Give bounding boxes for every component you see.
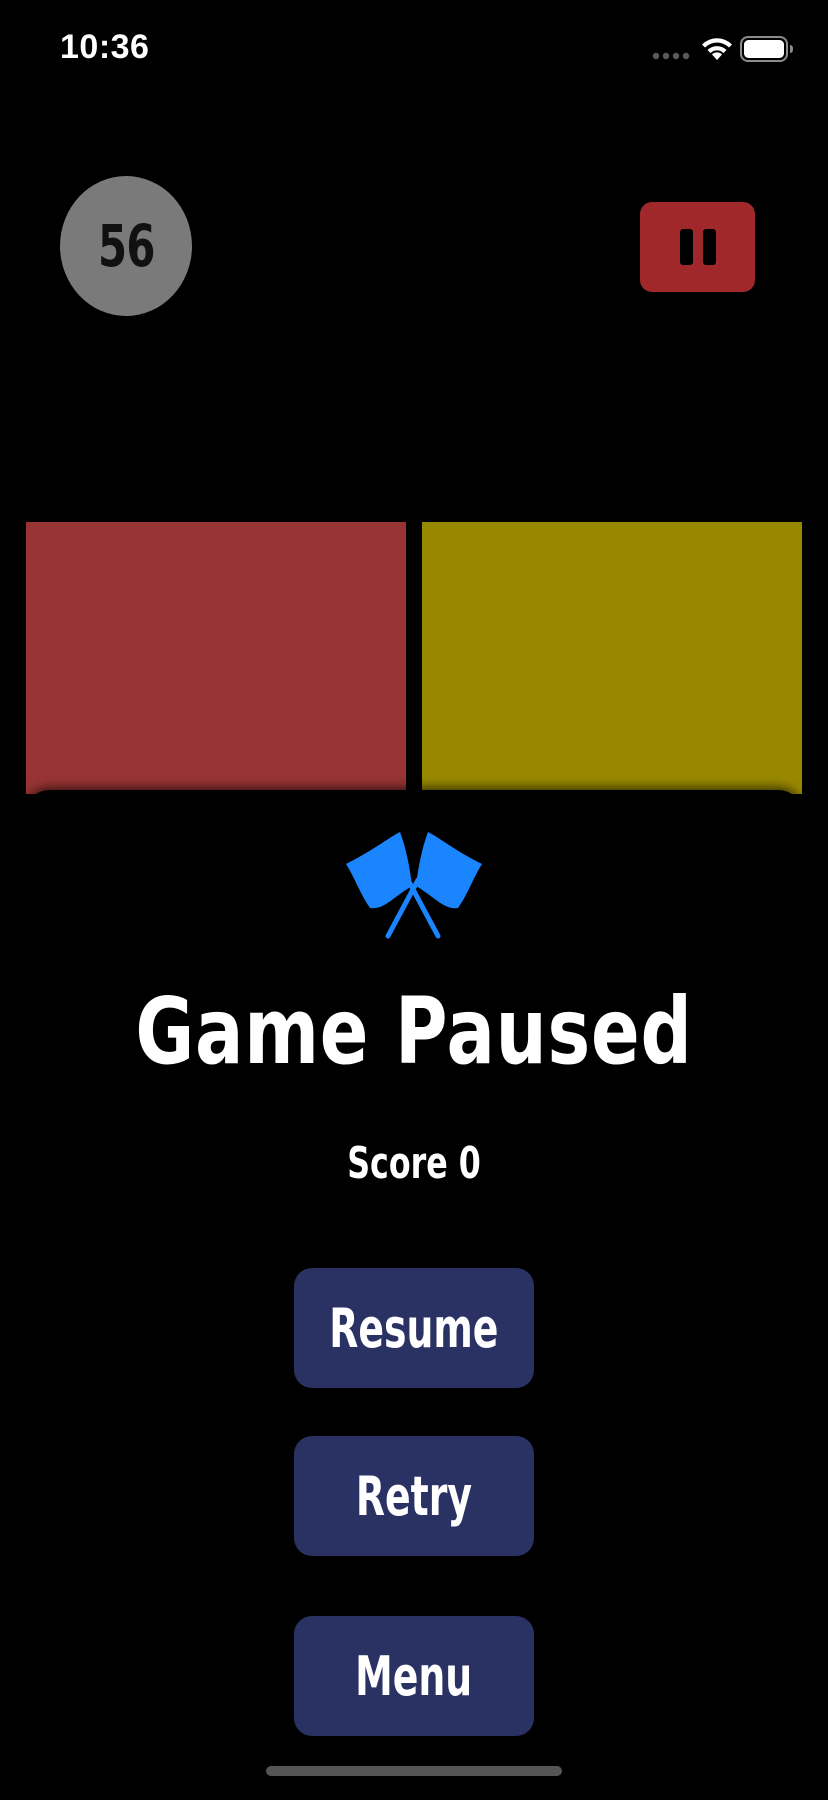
pause-title: Game Paused <box>135 978 693 1085</box>
pause-icon <box>680 229 716 265</box>
color-tile-red[interactable] <box>26 522 406 794</box>
timer-value: 56 <box>97 212 155 280</box>
resume-button-label: Resume <box>329 1296 499 1360</box>
timer-badge: 56 <box>60 176 192 316</box>
retry-button[interactable]: Retry <box>294 1436 534 1556</box>
menu-button-label: Menu <box>355 1644 473 1708</box>
checkered-flags-icon <box>346 832 482 939</box>
cellular-dots-icon <box>652 52 690 60</box>
battery-full-icon <box>740 36 793 62</box>
home-indicator[interactable] <box>266 1766 562 1776</box>
status-time: 10:36 <box>60 28 150 66</box>
resume-button[interactable]: Resume <box>294 1268 534 1388</box>
retry-button-label: Retry <box>355 1464 473 1528</box>
status-bar: 10:36 <box>0 0 828 100</box>
score-label: Score 0 <box>347 1138 481 1189</box>
pause-button[interactable] <box>640 202 755 292</box>
wifi-icon <box>702 38 732 60</box>
color-tile-yellow[interactable] <box>422 522 802 794</box>
menu-button[interactable]: Menu <box>294 1616 534 1736</box>
